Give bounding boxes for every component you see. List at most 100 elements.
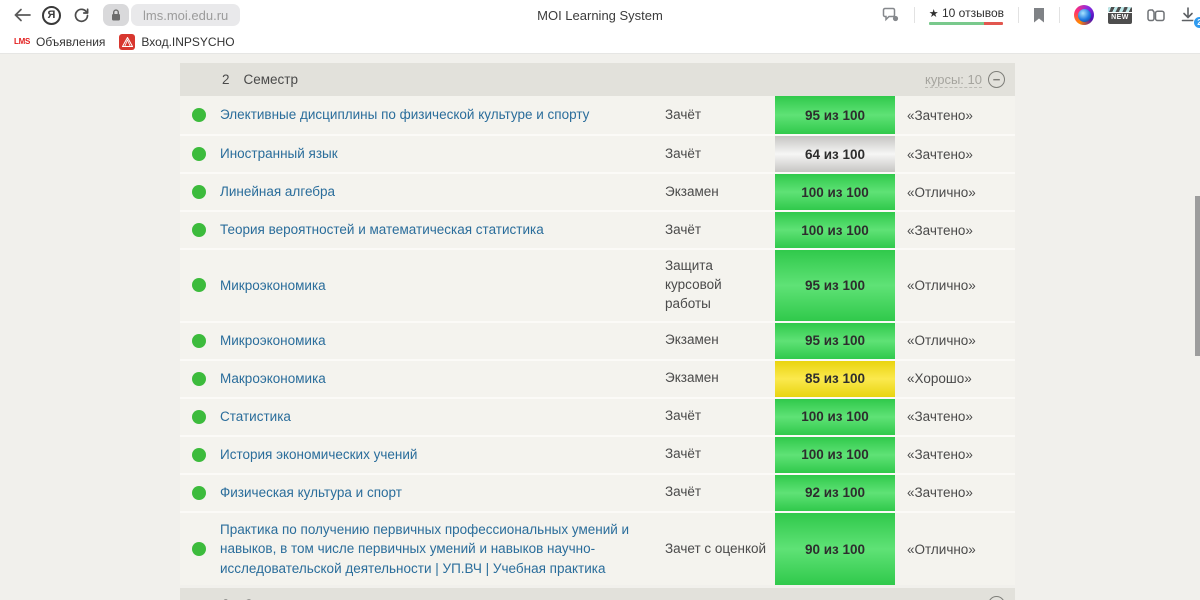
assessment-type: Экзамен — [665, 183, 719, 199]
refresh-button[interactable] — [67, 2, 95, 28]
courses-count-link[interactable]: курсы: 10 — [925, 72, 982, 88]
browser-toolbar: Я lms.moi.edu.ru MOI Learning System ★ 1… — [0, 0, 1200, 30]
score-cell: 95 из 100 — [775, 322, 895, 359]
assessment-type: Зачёт — [665, 221, 702, 237]
course-row: Макроэкономика Экзамен 85 из 100 «Хорошо… — [180, 358, 1015, 397]
reviews-label: ★ 10 отзывов — [928, 5, 1004, 20]
star-icon: ★ — [928, 7, 939, 20]
course-row: Практика по получению первичных професси… — [180, 510, 1015, 586]
course-link[interactable]: Иностранный язык — [220, 144, 338, 164]
assessment-type: Зачёт — [665, 446, 702, 462]
score-cell: 100 из 100 — [775, 398, 895, 435]
course-row: Микроэкономика Защита курсовой работы 95… — [180, 248, 1015, 321]
status-dot-icon — [192, 333, 206, 348]
course-row: Иностранный язык Зачёт 64 из 100 «Зачтен… — [180, 134, 1015, 172]
lock-icon — [112, 9, 120, 21]
bookmark-flag-icon[interactable] — [1033, 7, 1045, 23]
score-cell: 100 из 100 — [775, 436, 895, 473]
assessment-type: Защита курсовой работы — [665, 258, 722, 311]
score-cell: 90 из 100 — [775, 512, 895, 586]
bookmark-label: Объявления — [36, 34, 106, 49]
semester-title: 2 Семестр — [222, 72, 298, 87]
assessment-type: Зачёт — [665, 408, 702, 424]
collections-icon[interactable] — [1146, 7, 1166, 23]
yandex-icon[interactable]: Я — [42, 5, 61, 25]
status-dot-icon — [192, 371, 206, 386]
status-dot-icon — [192, 447, 206, 462]
course-row: Микроэкономика Экзамен 95 из 100 «Отличн… — [180, 320, 1015, 359]
grade-value: «Отлично» — [907, 184, 976, 200]
score-cell: 95 из 100 — [775, 96, 895, 134]
toolbar-right-cluster: ★ 10 отзывов NEW 2 — [882, 0, 1200, 30]
extension-orb-icon[interactable] — [1074, 5, 1094, 25]
course-link[interactable]: Линейная алгебра — [220, 182, 335, 202]
status-dot-icon — [192, 108, 206, 122]
status-dot-icon — [192, 185, 206, 199]
course-row: Элективные дисциплины по физической куль… — [180, 96, 1015, 134]
secure-lock-badge[interactable] — [103, 4, 129, 26]
semester-2-header: 2 Семестр курсы: 10 − — [180, 63, 1015, 96]
assessment-type: Зачёт — [665, 145, 702, 161]
status-dot-icon — [192, 485, 206, 500]
url-text[interactable]: lms.moi.edu.ru — [131, 4, 241, 26]
bookmark-announcements[interactable]: LMS Объявления — [10, 33, 109, 51]
bookmarks-bar: LMS Объявления Вход.INPSYCHO — [0, 30, 1200, 54]
course-link[interactable]: Теория вероятностей и математическая ста… — [220, 220, 544, 240]
course-link[interactable]: Макроэкономика — [220, 369, 326, 389]
status-dot-icon — [192, 409, 206, 424]
collapse-semester-button[interactable]: − — [988, 71, 1005, 88]
course-link[interactable]: Микроэкономика — [220, 276, 326, 296]
assessment-type: Экзамен — [665, 332, 719, 348]
new-badge-label: NEW — [1111, 13, 1129, 21]
course-link[interactable]: История экономических учений — [220, 445, 417, 465]
course-rows: Элективные дисциплины по физической куль… — [180, 96, 1015, 586]
grade-value: «Зачтено» — [907, 447, 973, 463]
protect-icon[interactable] — [882, 7, 900, 23]
site-reviews-button[interactable]: ★ 10 отзывов — [929, 6, 1004, 25]
score-cell: 92 из 100 — [775, 474, 895, 511]
vertical-scrollbar[interactable] — [1195, 196, 1200, 356]
page-title: MOI Learning System — [537, 7, 663, 23]
course-link[interactable]: Элективные дисциплины по физической куль… — [220, 105, 589, 125]
expand-semester-button[interactable]: + — [988, 596, 1005, 600]
assessment-type: Зачет с оценкой — [665, 540, 767, 556]
semester-word: Семестр — [243, 72, 299, 87]
course-link[interactable]: Микроэкономика — [220, 331, 326, 351]
course-link[interactable]: Физическая культура и спорт — [220, 483, 402, 503]
pyramid-favicon — [119, 33, 136, 50]
downloads-button[interactable]: 2 — [1180, 2, 1200, 29]
grade-value: «Зачтено» — [907, 409, 973, 425]
course-row: Физическая культура и спорт Зачёт 92 из … — [180, 472, 1015, 511]
reviews-rating-bar — [929, 21, 1004, 25]
gradebook-table: 2 Семестр курсы: 10 − Элективные дисципл… — [180, 63, 1015, 600]
orb-center — [1077, 8, 1091, 22]
course-row: Теория вероятностей и математическая ста… — [180, 210, 1015, 248]
semester-number: 2 — [222, 72, 230, 87]
bookmark-label: Вход.INPSYCHO — [141, 34, 235, 49]
course-link[interactable]: Практика по получению первичных професси… — [220, 520, 653, 579]
separator — [1018, 7, 1019, 23]
course-row: Линейная алгебра Экзамен 100 из 100 «Отл… — [180, 172, 1015, 210]
bookmark-inpsycho-login[interactable]: Вход.INPSYCHO — [115, 32, 238, 52]
lms-favicon: LMS — [14, 37, 30, 46]
new-videos-icon[interactable]: NEW — [1108, 6, 1132, 24]
grade-value: «Зачтено» — [907, 146, 973, 162]
grade-value: «Зачтено» — [907, 107, 973, 123]
separator — [1059, 7, 1060, 23]
assessment-type: Зачёт — [665, 484, 702, 500]
status-dot-icon — [192, 223, 206, 237]
score-cell: 100 из 100 — [775, 174, 895, 210]
back-button[interactable] — [8, 2, 36, 28]
separator — [913, 7, 915, 23]
grade-value: «Хорошо» — [907, 371, 972, 387]
status-dot-icon — [192, 147, 206, 161]
back-arrow-icon — [13, 8, 31, 22]
address-bar[interactable]: lms.moi.edu.ru — [103, 4, 241, 26]
score-cell: 95 из 100 — [775, 250, 895, 321]
score-cell: 85 из 100 — [775, 360, 895, 397]
grade-value: «Отлично» — [907, 277, 976, 293]
refresh-icon — [74, 7, 88, 22]
course-link[interactable]: Статистика — [220, 407, 291, 427]
grade-value: «Отлично» — [907, 333, 976, 349]
semester-3-header: 3 Семестр курсы: 10 + — [180, 588, 1015, 600]
